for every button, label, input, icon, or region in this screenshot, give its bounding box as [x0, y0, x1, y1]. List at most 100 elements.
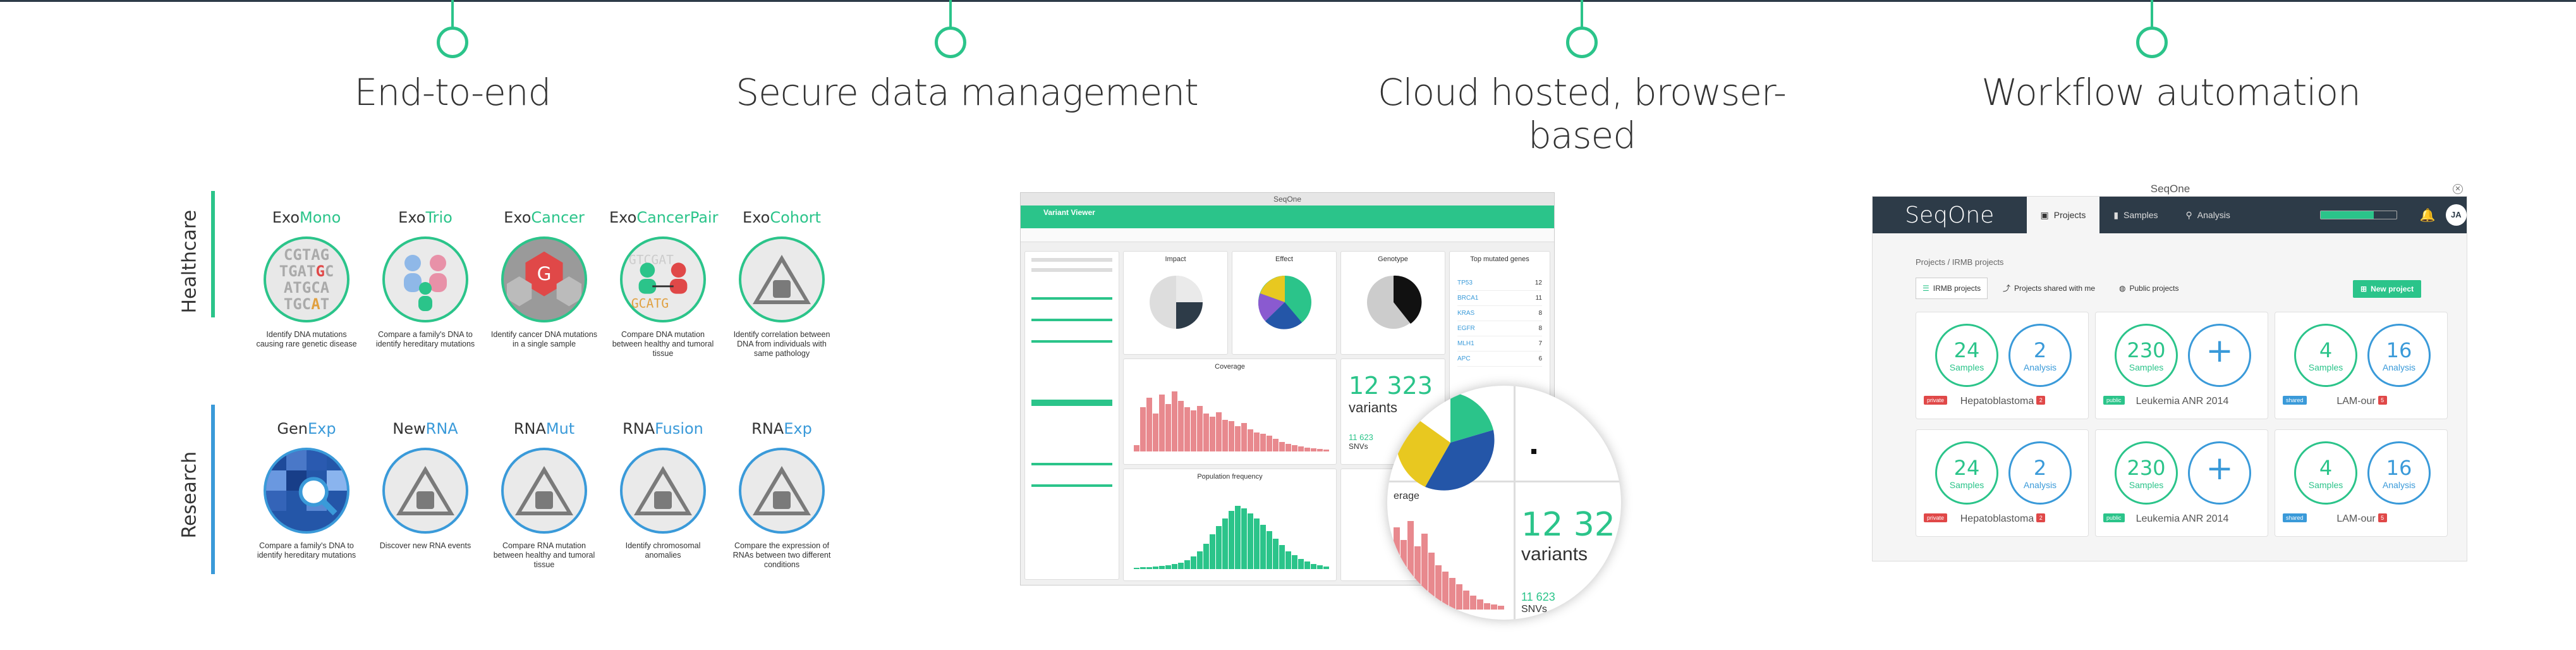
product-rnaexp[interactable]: RNAExp Compare the expression of RNAs be… [728, 420, 835, 570]
feature-ring-icon [1566, 27, 1598, 58]
tab-projects[interactable]: ▣ Projects [2026, 197, 2100, 233]
new-project-button[interactable]: ⊞ New project [2353, 280, 2422, 298]
histogram-bar [1153, 414, 1158, 451]
histogram-bar [1241, 508, 1247, 569]
filter-row [1031, 258, 1112, 262]
samples-label: Samples [2129, 480, 2164, 490]
project-card[interactable]: 4 Samples 16 Analysis shared LAM-our 5 [2275, 312, 2448, 419]
histogram-bar [1153, 567, 1158, 569]
filters-sidebar[interactable] [1024, 251, 1119, 580]
samples-circle: 230 Samples [2115, 441, 2178, 505]
histogram-bar [1304, 561, 1310, 569]
avatar[interactable]: JA [2445, 204, 2467, 226]
product-description: Identify correlation between DNA from in… [733, 330, 830, 358]
gene-row[interactable]: EGFR 8 [1457, 321, 1542, 336]
impact-card: Impact [1123, 251, 1228, 355]
filter-slider[interactable] [1031, 319, 1112, 321]
product-name: GenExp [277, 420, 336, 438]
histogram-bar [1414, 546, 1421, 610]
filter-public-projects[interactable]: ◍ Public projects [2119, 278, 2179, 299]
filter-highlight[interactable] [1031, 400, 1112, 406]
product-exocancerpair[interactable]: ExoCancerPair GTCGAT GCATG Compare DNA m… [609, 209, 718, 359]
product-exomono[interactable]: ExoMono CGTAG TGATGC ATGCA TGCAT Identify D… [253, 209, 360, 349]
project-card[interactable]: 230 Samples + public Leukemia ANR 2014 [2095, 312, 2268, 419]
histogram-bar [1273, 539, 1279, 569]
product-description: Compare a family's DNA to identify hered… [375, 330, 475, 348]
analysis-label: Analysis [2023, 362, 2057, 372]
top-nav: SeqOne ▣ Projects ▮ Samples ⚲ Analysis 🔔 JA [1873, 197, 2467, 233]
filter-slider[interactable] [1031, 463, 1112, 465]
project-card[interactable]: 24 Samples 2 Analysis private Hepatoblastoma 2 [1916, 312, 2089, 419]
gene-row[interactable]: BRCA1 11 [1457, 291, 1542, 306]
population-frequency-histogram [1134, 506, 1329, 569]
card-title: Impact [1165, 255, 1186, 263]
filter-slider[interactable] [1031, 340, 1112, 343]
family-icon [382, 236, 468, 322]
research-label: Research [178, 451, 201, 539]
histogram-bar [1456, 584, 1462, 610]
under-construction-icon [739, 448, 825, 534]
close-icon[interactable]: ✕ [2453, 184, 2463, 194]
filter-slider[interactable] [1031, 484, 1112, 487]
product-exotrio[interactable]: ExoTrio Compare a family's DNA to identi… [372, 209, 479, 349]
analysis-label: Analysis [2382, 362, 2416, 372]
histogram-bar [1159, 566, 1165, 569]
bell-icon[interactable]: 🔔 [2420, 207, 2436, 223]
gene-row[interactable]: MLH1 7 [1457, 336, 1542, 352]
gene-row[interactable]: KRAS 8 [1457, 306, 1542, 321]
under-construction-icon [739, 236, 825, 322]
project-card[interactable]: 24 Samples 2 Analysis private Hepatoblastoma 2 [1916, 429, 2089, 537]
breadcrumb[interactable]: Projects / IRMB projects [1916, 257, 2003, 267]
product-description: Discover new RNA events [379, 541, 471, 550]
histogram-bar [1184, 560, 1190, 569]
samples-count: 230 [2127, 456, 2166, 480]
samples-icon: ▮ [2113, 209, 2119, 220]
filter-shared-with-me[interactable]: ⤴ Projects shared with me [2003, 278, 2095, 299]
filter-irmb-projects[interactable]: ☰ IRMB projects [1916, 278, 1988, 299]
histogram-bar [1134, 568, 1139, 569]
add-analysis-button[interactable]: + [2188, 441, 2251, 505]
project-card[interactable]: 230 Samples + public Leukemia ANR 2014 [2095, 429, 2268, 537]
header-title: Variant Viewer [1043, 208, 1095, 217]
samples-count: 4 [2319, 456, 2333, 480]
histogram-bar [1197, 406, 1203, 451]
product-exocohort[interactable]: ExoCohort Identify correlation between D… [728, 209, 835, 359]
histogram-bar [1178, 401, 1184, 451]
histogram-bar [1165, 565, 1171, 569]
samples-circle: 230 Samples [2115, 324, 2178, 387]
feature-stem [949, 0, 952, 28]
gene-row[interactable]: TP53 12 [1457, 276, 1542, 291]
histogram-bar [1279, 545, 1285, 569]
product-description: Identify cancer DNA mutations in a singl… [490, 330, 598, 348]
zoom-coverage-panel: erage [1387, 487, 1514, 620]
product-rnafusion[interactable]: RNAFusion Identify chromosomal anomalies [609, 420, 717, 560]
notification-badge: 5 [2378, 513, 2387, 522]
samples-count: 4 [2319, 338, 2333, 362]
app-logo[interactable]: SeqOne [1873, 202, 2027, 228]
product-newrna[interactable]: NewRNA Discover new RNA events [372, 420, 479, 551]
feature-ring-icon [2136, 27, 2168, 58]
tab-samples[interactable]: ▮ Samples [2099, 197, 2172, 233]
under-construction-icon [382, 448, 468, 534]
zoom-variants-panel: 12 32 variants 11 623 SNVs [1521, 506, 1615, 615]
tab-analysis[interactable]: ⚲ Analysis [2172, 197, 2244, 233]
filter-slider[interactable] [1031, 297, 1112, 300]
healthcare-bar [211, 191, 215, 317]
expression-heatmap-icon [264, 448, 349, 534]
viewer-toolbar [1021, 228, 1554, 242]
histogram-bar [1146, 398, 1152, 451]
histogram-bar [1248, 429, 1253, 451]
add-analysis-button[interactable]: + [2188, 324, 2251, 387]
histogram-bar [1477, 599, 1483, 610]
gene-row[interactable]: APC 6 [1457, 352, 1542, 367]
plus-icon: ⊞ [2360, 285, 2367, 293]
product-genexp[interactable]: GenExp Compare a family's DNA to identif… [253, 420, 360, 560]
product-exocancer[interactable]: ExoCancer G Identify cancer DNA mutation… [490, 209, 598, 349]
histogram-bar [1304, 448, 1310, 451]
product-rnamut[interactable]: RNAMut Compare RNA mutation between heal… [490, 420, 598, 570]
analysis-count: 16 [2386, 338, 2412, 362]
product-name: NewRNA [392, 420, 458, 438]
progress-fill [2320, 211, 2374, 219]
histogram-bar [1159, 395, 1165, 451]
project-card[interactable]: 4 Samples 16 Analysis shared LAM-our 5 [2275, 429, 2448, 537]
